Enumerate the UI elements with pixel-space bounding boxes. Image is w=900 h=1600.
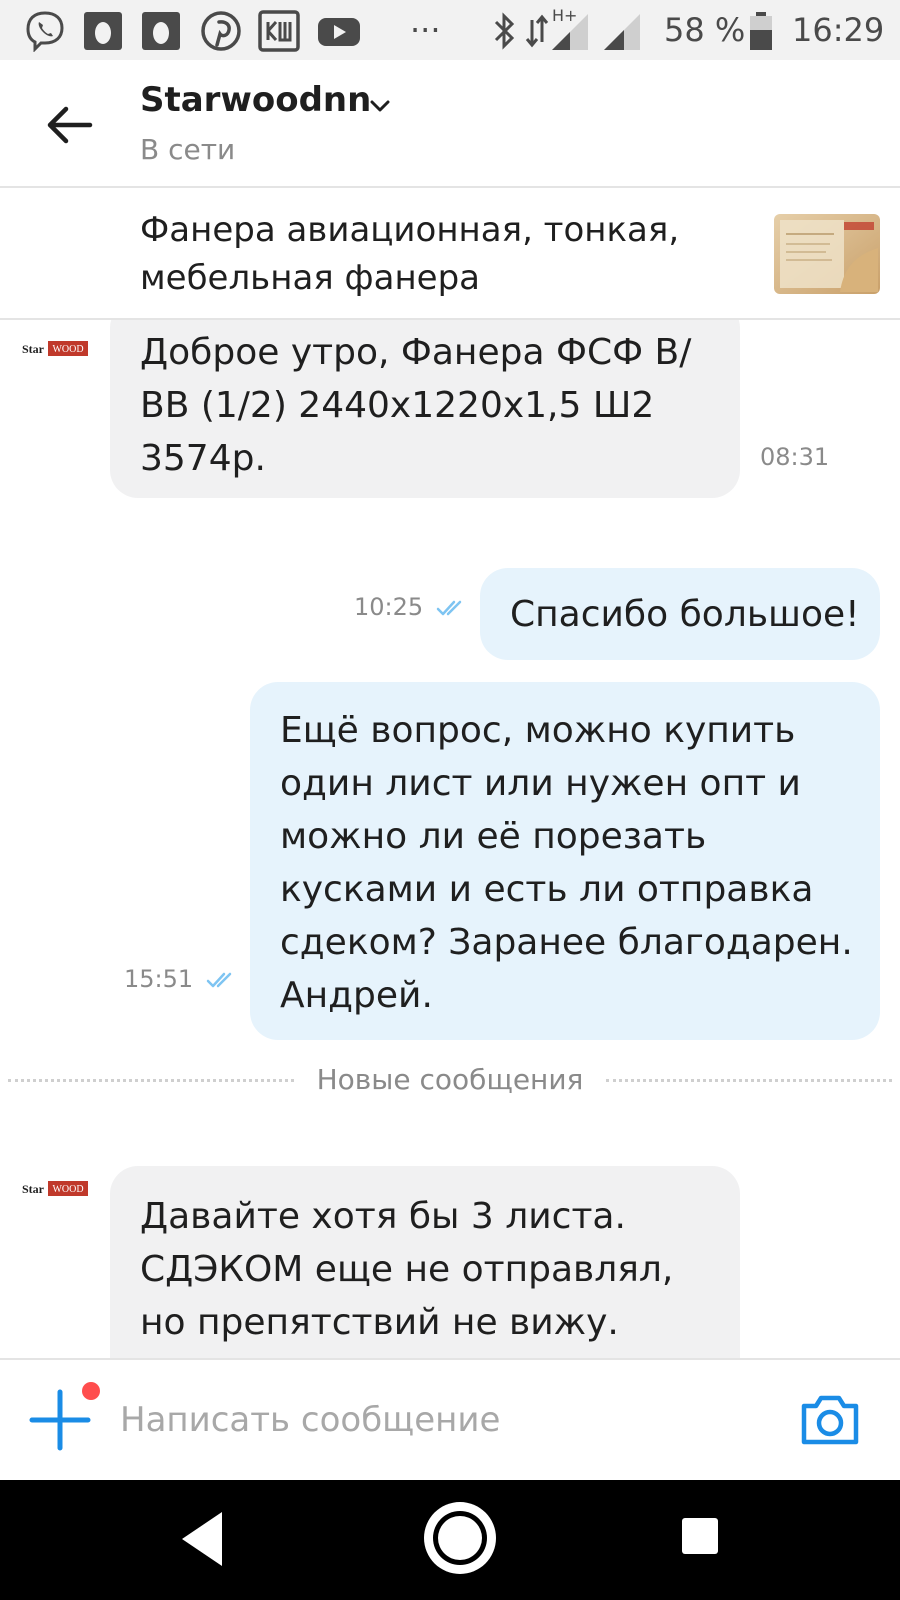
divider-label: Новые сообщения xyxy=(0,1063,900,1097)
system-nav-bar xyxy=(0,1480,900,1600)
message-input[interactable] xyxy=(120,1388,760,1452)
plus-icon[interactable] xyxy=(28,1388,92,1452)
listing-bar[interactable]: Фанера авиационная, тонкая, мебельная фа… xyxy=(0,188,900,320)
home-circle-icon[interactable] xyxy=(420,1498,500,1578)
read-checkmark-icon xyxy=(206,972,232,988)
read-checkmark-icon xyxy=(436,600,462,616)
chat-header: Starwoodnn В сети xyxy=(0,60,900,188)
sender-avatar[interactable]: Star WOOD xyxy=(20,336,90,360)
message-composer xyxy=(0,1358,900,1480)
listing-thumbnail[interactable] xyxy=(774,214,880,294)
message-time: 08:31 xyxy=(760,443,830,471)
battery-percent: 58 % xyxy=(664,11,746,49)
recent-apps-square-icon[interactable] xyxy=(680,1516,720,1556)
message-text: Спасибо большое! xyxy=(510,594,860,635)
message-bubble-incoming[interactable]: Доброе утро, Фанера ФСФ В/ ВВ (1/2) 2440… xyxy=(110,320,740,498)
status-bar: ··· H+ 58 % 16:29 xyxy=(0,0,900,60)
message-time: 10:25 xyxy=(354,593,424,621)
message-text: Ещё вопрос, можно купить один лист или н… xyxy=(280,710,853,1016)
battery-icon xyxy=(750,12,772,50)
chevron-down-icon[interactable] xyxy=(368,98,392,114)
back-arrow-icon[interactable] xyxy=(40,100,100,150)
svg-text:Star: Star xyxy=(22,342,45,356)
message-bubble-outgoing[interactable]: Спасибо большое! xyxy=(480,568,880,660)
message-bubble-incoming[interactable]: Давайте хотя бы 3 листа. СДЭКОМ еще не о… xyxy=(110,1166,740,1358)
svg-text:WOOD: WOOD xyxy=(52,344,83,355)
sender-avatar[interactable]: Star WOOD xyxy=(20,1176,90,1200)
signal-icon xyxy=(525,14,588,50)
online-status: В сети xyxy=(140,133,236,166)
back-triangle-icon[interactable] xyxy=(176,1508,228,1570)
chat-title[interactable]: Starwoodnn xyxy=(140,78,371,122)
svg-text:Star: Star xyxy=(22,1182,45,1196)
message-text: Давайте хотя бы 3 листа. СДЭКОМ еще не о… xyxy=(140,1196,674,1343)
notification-drop-icon xyxy=(142,12,180,50)
youtube-icon xyxy=(318,18,360,46)
viber-icon xyxy=(26,11,64,52)
message-list[interactable]: Star WOOD Доброе утро, Фанера ФСФ В/ ВВ … xyxy=(0,320,900,1358)
notification-dot xyxy=(82,1382,100,1400)
more-notifications-indicator: ··· xyxy=(410,11,441,49)
new-messages-divider: Новые сообщения xyxy=(0,1060,900,1100)
message-bubble-outgoing[interactable]: Ещё вопрос, можно купить один лист или н… xyxy=(250,682,880,1040)
bluetooth-icon xyxy=(494,12,515,50)
camera-icon[interactable] xyxy=(798,1392,862,1448)
listing-title[interactable]: Фанера авиационная, тонкая, мебельная фа… xyxy=(140,206,720,302)
signal-icon xyxy=(604,14,640,50)
message-time: 15:51 xyxy=(124,965,194,993)
clock: 16:29 xyxy=(792,11,885,49)
pinterest-icon xyxy=(201,11,241,51)
vk-icon xyxy=(258,10,300,52)
svg-text:WOOD: WOOD xyxy=(52,1184,83,1195)
message-text: Доброе утро, Фанера ФСФ В/ ВВ (1/2) 2440… xyxy=(140,332,692,479)
notification-drop-icon xyxy=(84,12,122,50)
